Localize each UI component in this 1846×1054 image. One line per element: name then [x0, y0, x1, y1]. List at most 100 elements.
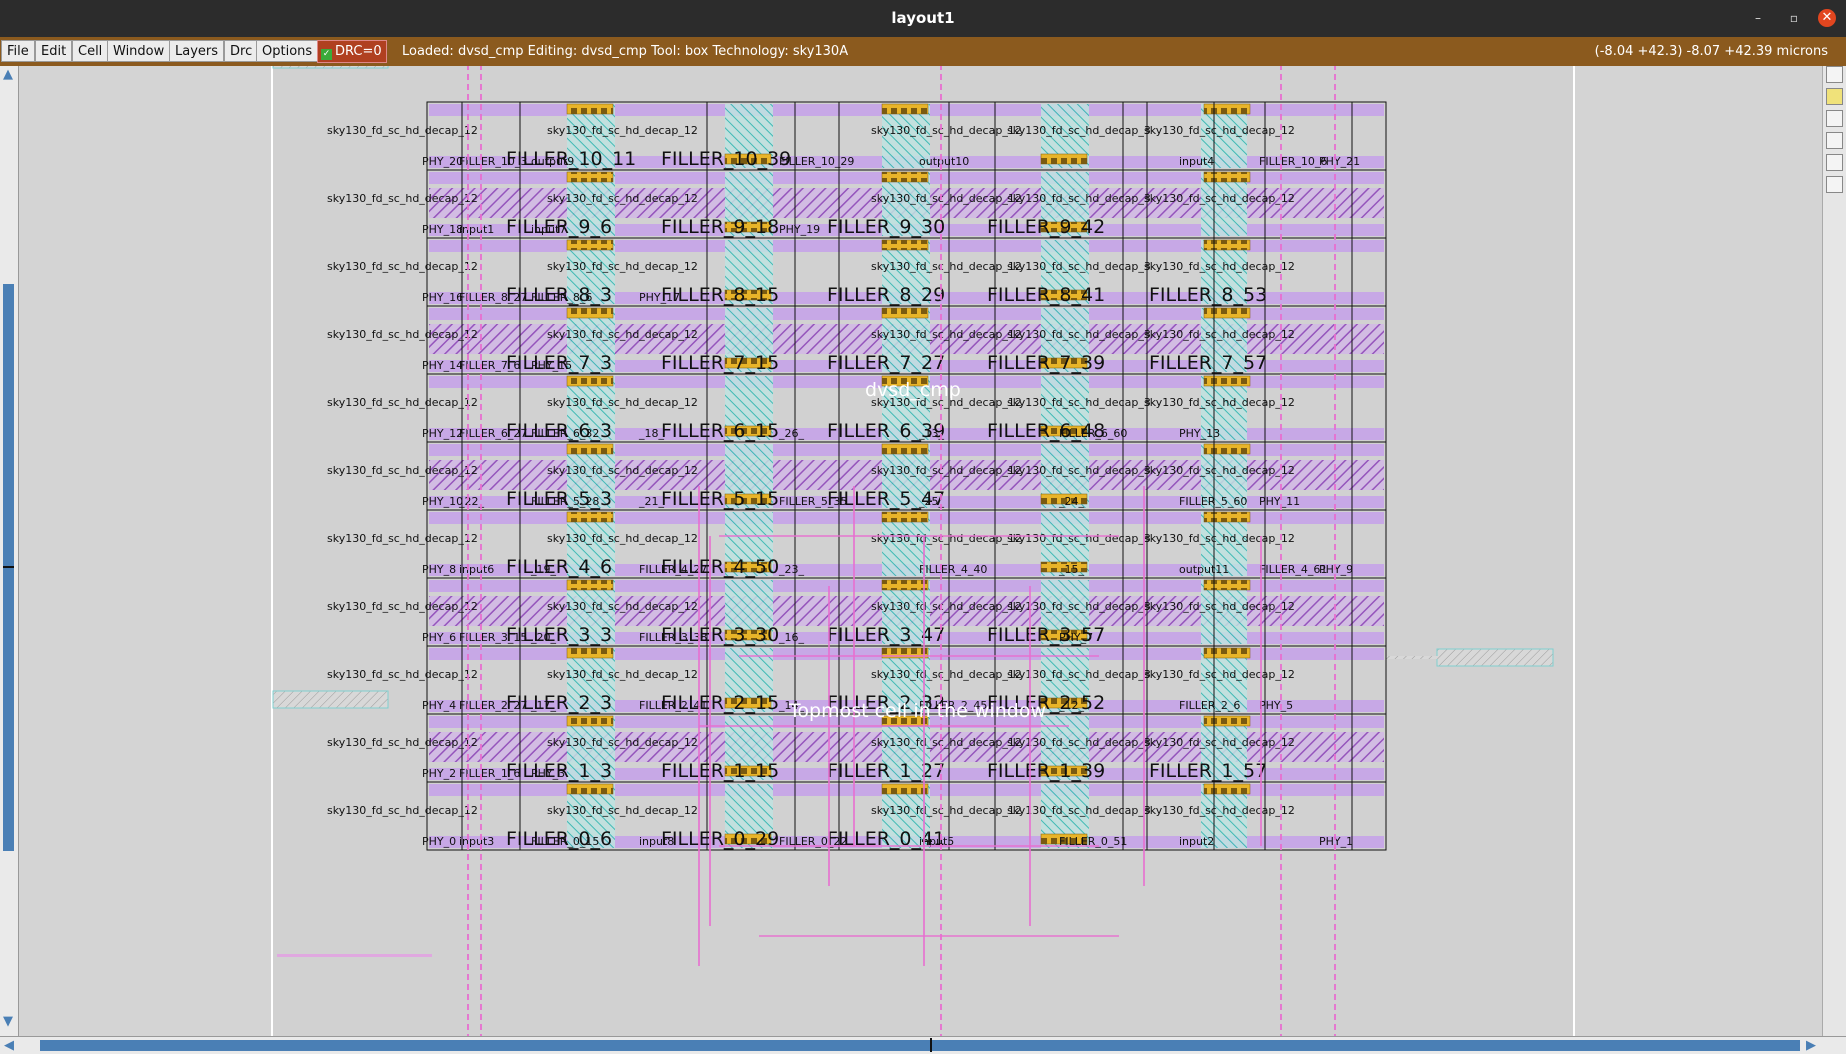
- instance-label: input3: [459, 835, 494, 848]
- instance-label: PHY_10: [422, 495, 463, 508]
- instance-label: input7: [531, 223, 566, 236]
- cell-type-label: sky130_fd_sc_hd_decap_12: [871, 668, 1022, 681]
- instance-label: _21_: [638, 495, 664, 508]
- cell-type-label: sky130_fd_sc_hd_decap_12: [327, 260, 478, 273]
- cell-type-label: sky130_fd_sc_hd_decap_12: [547, 532, 698, 545]
- instance-label: PHY_13: [1179, 427, 1220, 440]
- layer-swatch[interactable]: [1826, 132, 1843, 149]
- instance-label: FILLER_4_27: [639, 563, 707, 576]
- via-stack: [1203, 103, 1251, 115]
- cell-type-label: sky130_fd_sc_hd_decap_12: [871, 736, 1022, 749]
- layer-swatch[interactable]: [1826, 110, 1843, 127]
- arrow-right-icon[interactable]: ▶: [1806, 1039, 1816, 1052]
- instance-label: _17_: [530, 699, 556, 712]
- arrow-down-icon[interactable]: ▼: [3, 1015, 13, 1028]
- filler-instance-label: FILLER_8_29: [827, 284, 945, 306]
- instance-label: FILLER_5_35: [779, 495, 847, 508]
- instance-label: PHY_11: [1259, 495, 1300, 508]
- drc-status-button[interactable]: ✓ DRC=0: [317, 40, 387, 63]
- filler-instance-label: FILLER_7_15: [661, 352, 779, 374]
- instance-label: output11: [1179, 563, 1229, 576]
- vertical-scrollbar[interactable]: ▲ ▼: [0, 66, 19, 1036]
- menu-drc[interactable]: Drc: [224, 40, 259, 62]
- cell-type-label: sky130_fd_sc_hd_decap_3: [1007, 396, 1151, 409]
- vertical-position-marker: [3, 566, 14, 568]
- horizontal-scrollbar[interactable]: ◀ ▶: [0, 1036, 1846, 1054]
- layout-drawing[interactable]: sky130_fd_sc_hd_decap_12 sky130_fd_sc_hd_…: [19, 66, 1822, 1036]
- menu-edit[interactable]: Edit: [35, 40, 73, 62]
- cell-type-label: sky130_fd_sc_hd_decap_12: [1144, 396, 1295, 409]
- filler-instance-label: FILLER_8_41: [987, 284, 1105, 306]
- layout-canvas[interactable]: sky130_fd_sc_hd_decap_12 sky130_fd_sc_hd_…: [19, 66, 1822, 1036]
- cell-type-label: sky130_fd_sc_hd_decap_3: [1007, 260, 1151, 273]
- io-pin-left: [272, 690, 389, 709]
- via-stack: [1203, 443, 1251, 455]
- cell-name-label: dvsd_cmp: [865, 379, 961, 401]
- cell-type-label: sky130_fd_sc_hd_decap_3: [1007, 804, 1151, 817]
- filler-instance-label: FILLER_1_39: [987, 760, 1105, 782]
- instance-label: FILLER_3_15: [459, 631, 527, 644]
- cell-type-label: sky130_fd_sc_hd_decap_12: [547, 192, 698, 205]
- filler-instance-label: FILLER_3_47: [827, 624, 945, 646]
- instance-label: FILLER_2_6: [1179, 699, 1240, 712]
- instance-label: FILLER_3_38: [639, 631, 707, 644]
- via-stack: [881, 307, 929, 319]
- instance-label: _15_: [1058, 563, 1084, 576]
- instance-label: PHY_15: [531, 359, 572, 372]
- instance-label: FILLER_2_27: [459, 699, 527, 712]
- cell-type-label: sky130_fd_sc_hd_decap_12: [547, 396, 698, 409]
- instance-label: PHY_17: [639, 291, 680, 304]
- instance-label: PHY_7: [1059, 631, 1093, 644]
- cell-type-label: sky130_fd_sc_hd_decap_12: [1144, 736, 1295, 749]
- via-stack: [1203, 647, 1251, 659]
- minimize-icon[interactable]: –: [1749, 9, 1767, 27]
- layer-swatch[interactable]: [1826, 176, 1843, 193]
- via-stack: [566, 307, 614, 319]
- maximize-icon[interactable]: ▫: [1785, 9, 1803, 27]
- instance-label: _18_: [638, 427, 664, 440]
- menu-file[interactable]: File: [1, 40, 35, 62]
- menu-options[interactable]: Options: [256, 40, 319, 62]
- instance-label: input4: [1179, 155, 1214, 168]
- filler-instance-label: FILLER_5_15: [661, 488, 779, 510]
- instance-label: PHY_14: [422, 359, 463, 372]
- cell-type-label: sky130_fd_sc_hd_decap_3: [1007, 736, 1151, 749]
- layer-swatch[interactable]: [1826, 66, 1843, 83]
- cell-type-label: sky130_fd_sc_hd_decap_12: [547, 600, 698, 613]
- filler-instance-label: FILLER_4_6: [506, 556, 612, 578]
- io-wire-left: [277, 954, 432, 957]
- cell-type-label: sky130_fd_sc_hd_decap_12: [871, 192, 1022, 205]
- cell-type-label: sky130_fd_sc_hd_decap_12: [871, 328, 1022, 341]
- instance-label: FILLER_8_6: [531, 291, 592, 304]
- via-stack: [1203, 239, 1251, 251]
- instance-label: FILLER_6_27: [459, 427, 527, 440]
- instance-label: output9: [531, 155, 574, 168]
- instance-label: PHY_8: [422, 563, 456, 576]
- via-stack: [1040, 153, 1088, 165]
- cell-type-label: sky130_fd_sc_hd_decap_12: [1144, 260, 1295, 273]
- filler-instance-label: FILLER_1_27: [827, 760, 945, 782]
- cell-type-label: sky130_fd_sc_hd_decap_12: [547, 668, 698, 681]
- cell-type-label: sky130_fd_sc_hd_decap_12: [327, 328, 478, 341]
- instance-label: FILLER_4_61: [1259, 563, 1327, 576]
- cell-type-label: sky130_fd_sc_hd_decap_12: [871, 600, 1022, 613]
- instance-label: PHY_19: [779, 223, 820, 236]
- menu-layers[interactable]: Layers: [169, 40, 225, 62]
- cell-type-label: sky130_fd_sc_hd_decap_12: [327, 464, 478, 477]
- arrow-up-icon[interactable]: ▲: [3, 68, 13, 81]
- io-pin-right: [1436, 648, 1554, 667]
- layer-palette: [1822, 66, 1846, 1036]
- menu-cell[interactable]: Cell: [72, 40, 109, 62]
- menu-window[interactable]: Window: [107, 40, 171, 62]
- instance-label: _26_: [778, 427, 804, 440]
- close-icon[interactable]: ✕: [1818, 9, 1836, 27]
- cell-type-label: sky130_fd_sc_hd_decap_12: [547, 328, 698, 341]
- cell-type-label: sky130_fd_sc_hd_decap_12: [1144, 464, 1295, 477]
- layer-swatch[interactable]: [1826, 154, 1843, 171]
- cell-type-label: sky130_fd_sc_hd_decap_12: [1144, 192, 1295, 205]
- cell-type-label: sky130_fd_sc_hd_decap_12: [327, 532, 478, 545]
- arrow-left-icon[interactable]: ◀: [4, 1039, 14, 1052]
- layer-swatch[interactable]: [1826, 88, 1843, 105]
- cell-type-label: sky130_fd_sc_hd_decap_12: [1144, 328, 1295, 341]
- horizontal-scroll-thumb[interactable]: [40, 1040, 1800, 1051]
